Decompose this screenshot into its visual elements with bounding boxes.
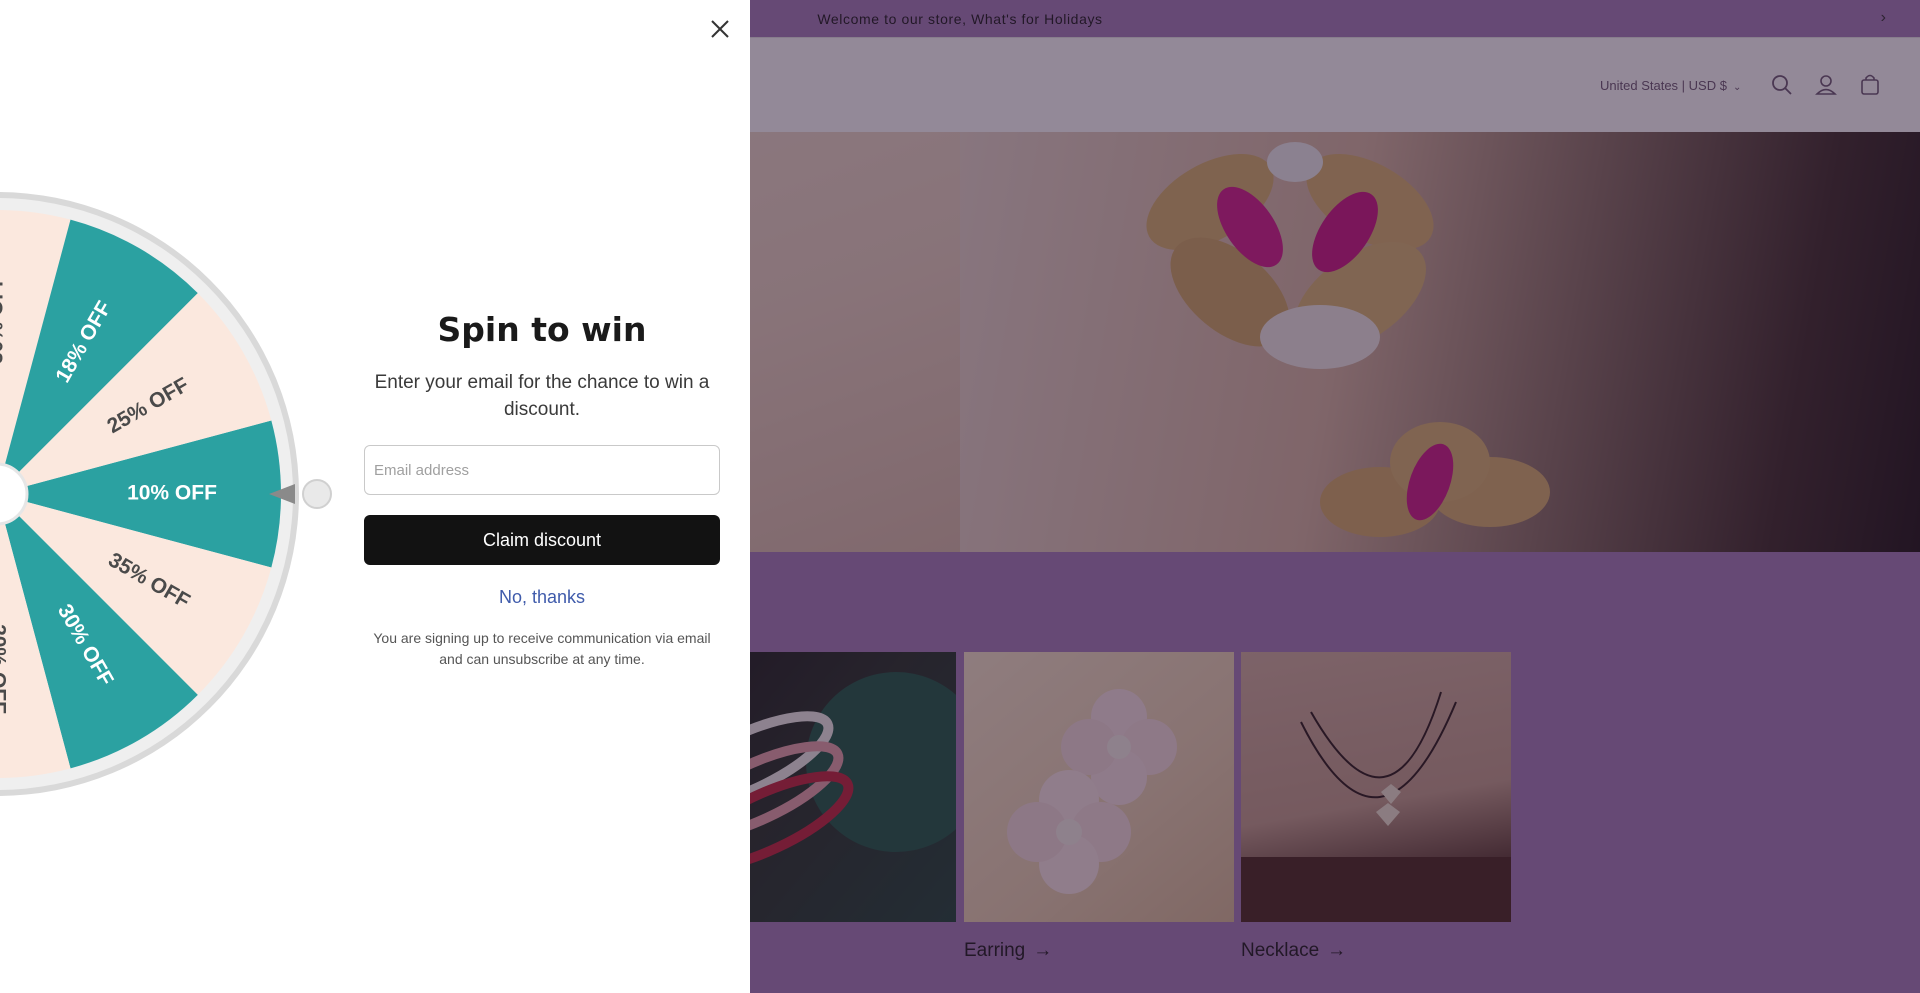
signup-disclaimer: You are signing up to receive communicat… [373,630,711,667]
wheel-segment-label: 20% OFF [0,624,9,714]
claim-discount-button[interactable]: Claim discount [364,515,720,565]
wheel-segments: 10% OFF35% OFF30% OFF20% OFF30% OFF18% O… [0,210,281,778]
popup-content: Spin to win Enter your email for the cha… [364,310,720,670]
prize-wheel[interactable]: 10% OFF 35% OFF 30% OFF 20% OFF 30% OFF 18% O… [0,189,332,799]
prize-wheel-graphic: 10% OFF35% OFF30% OFF20% OFF30% OFF18% O… [0,192,332,796]
wheel-segment-label: 30% OFF [0,274,8,364]
popup-subtitle: Enter your email for the chance to win a… [374,372,710,420]
wheel-segment-label: 10% OFF [127,482,217,505]
no-thanks-link[interactable]: No, thanks [364,587,720,608]
spin-to-win-popup: 10% OFF 35% OFF 30% OFF 20% OFF 30% OFF 18% O… [0,0,750,993]
close-icon[interactable] [707,16,733,42]
email-field[interactable] [364,445,720,495]
popup-title: Spin to win [437,310,647,349]
